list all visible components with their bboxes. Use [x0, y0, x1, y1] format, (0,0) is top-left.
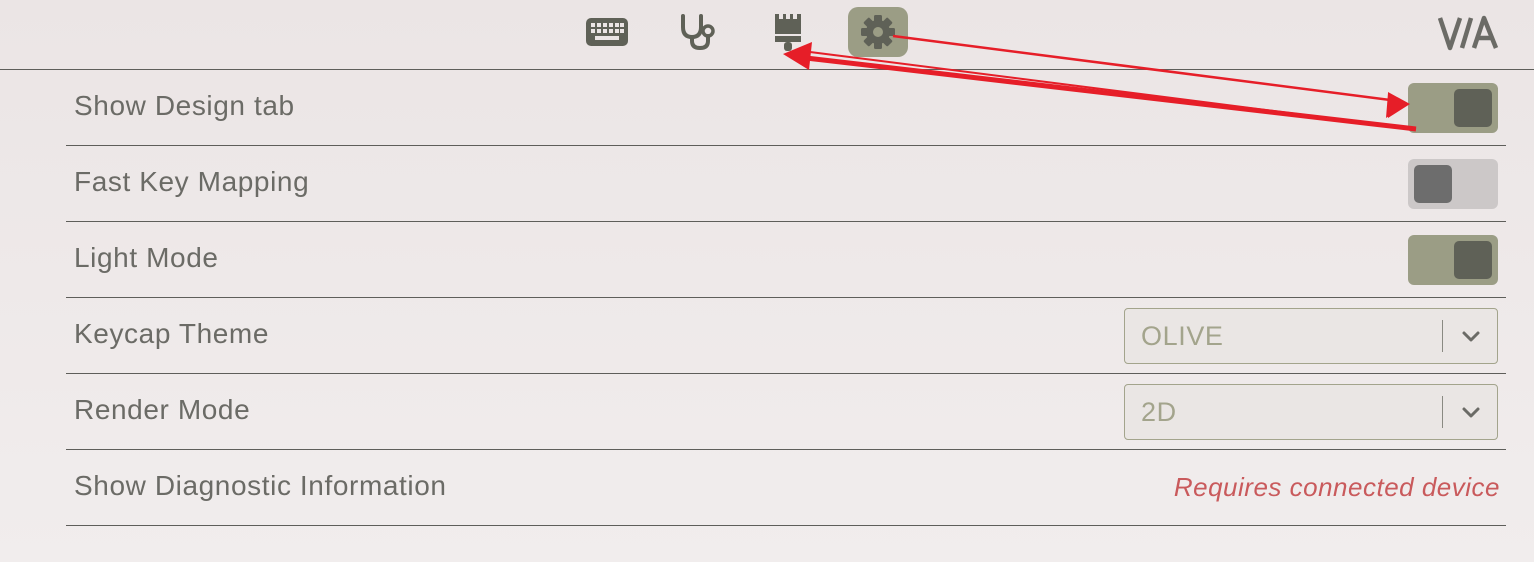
select-separator: [1442, 320, 1443, 352]
select-value: 2D: [1141, 397, 1177, 427]
toggle-knob: [1454, 89, 1492, 127]
tab-settings[interactable]: [848, 7, 908, 57]
render-mode-select[interactable]: 2D: [1124, 384, 1498, 440]
tab-design[interactable]: [758, 7, 818, 57]
setting-row-render-mode: Render Mode 2D: [66, 374, 1506, 450]
setting-row-show-design-tab: Show Design tab: [66, 70, 1506, 146]
chevron-down-icon[interactable]: [1459, 324, 1483, 348]
stethoscope-icon: [681, 14, 715, 51]
keyboard-icon: [586, 18, 628, 46]
toggle-knob: [1414, 165, 1452, 203]
setting-row-fast-key-mapping: Fast Key Mapping: [66, 146, 1506, 222]
settings-list: Show Design tab Fast Key Mapping Light M…: [66, 70, 1506, 526]
setting-label: Render Mode: [74, 394, 251, 425]
paintbrush-icon: [775, 14, 801, 51]
tab-test[interactable]: [667, 7, 727, 57]
setting-label: Show Diagnostic Information: [74, 470, 447, 501]
setting-label: Fast Key Mapping: [74, 166, 310, 197]
setting-label: Light Mode: [74, 242, 219, 273]
setting-label: Keycap Theme: [74, 318, 270, 349]
via-logo: [1437, 14, 1500, 52]
gear-icon: [861, 15, 895, 49]
toggle-knob: [1454, 241, 1492, 279]
select-separator: [1442, 396, 1443, 428]
select-value: OLIVE: [1141, 321, 1224, 351]
light-mode-toggle[interactable]: [1408, 235, 1498, 285]
keycap-theme-select[interactable]: OLIVE: [1124, 308, 1498, 364]
fast-key-mapping-toggle[interactable]: [1408, 159, 1498, 209]
show-design-tab-toggle[interactable]: [1408, 83, 1498, 133]
setting-row-light-mode: Light Mode: [66, 222, 1506, 298]
chevron-down-icon[interactable]: [1459, 400, 1483, 424]
setting-row-keycap-theme: Keycap Theme OLIVE: [66, 298, 1506, 374]
top-nav-bar: [0, 0, 1534, 70]
tab-configure[interactable]: [577, 7, 637, 57]
setting-row-show-diagnostic-information: Show Diagnostic Information Requires con…: [66, 450, 1506, 526]
requires-device-note: Requires connected device: [1173, 472, 1500, 502]
setting-label: Show Design tab: [74, 90, 295, 121]
